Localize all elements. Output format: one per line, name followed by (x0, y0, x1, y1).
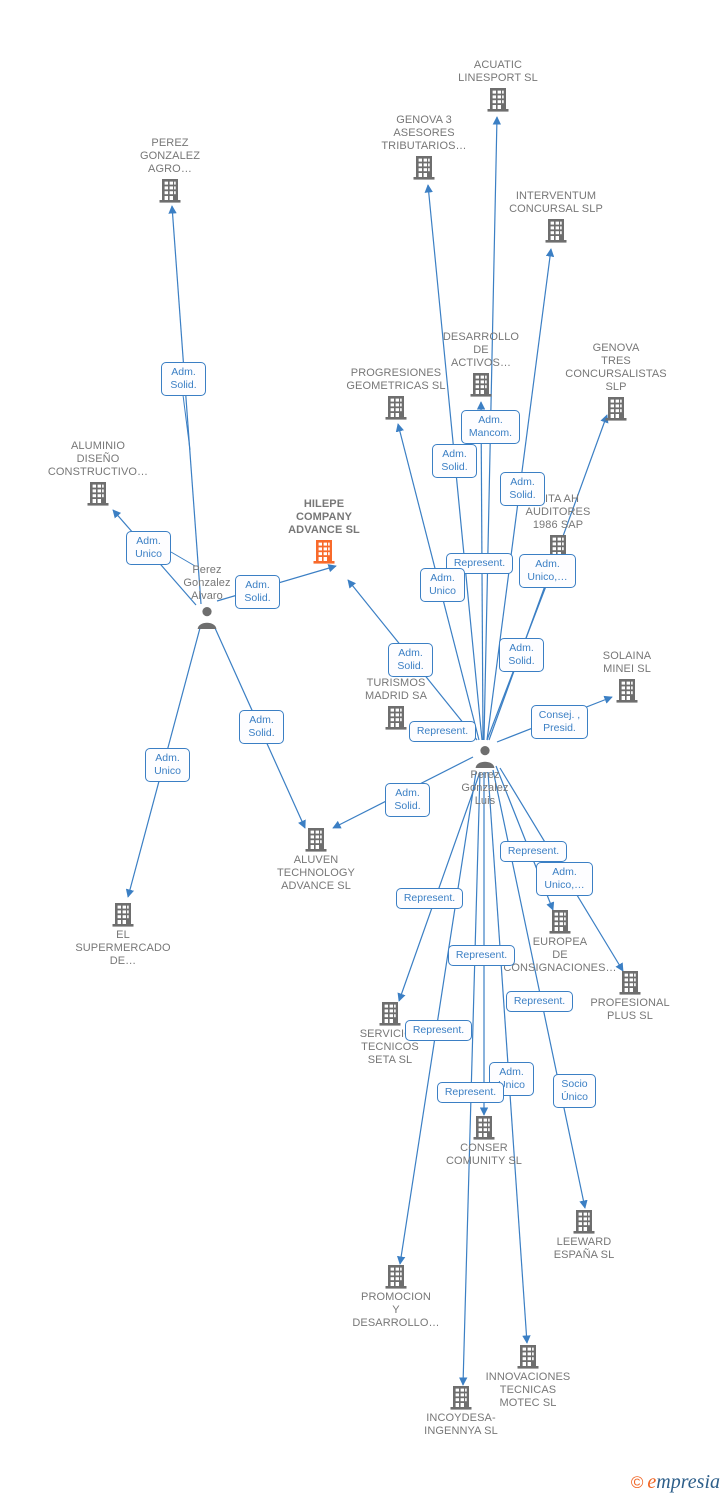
graph-node-genova-tres-concursalistas[interactable]: GENOVA TRES CONCURSALISTAS SLP (556, 342, 676, 422)
node-label: ALUVEN TECHNOLOGY ADVANCE SL (276, 854, 355, 892)
node-label: PROFESIONAL PLUS SL (590, 997, 670, 1022)
copyright-icon: © (630, 1472, 644, 1492)
building-icon (567, 678, 687, 704)
graph-node-desarrollo-de-activos[interactable]: DESARROLLO DE ACTIVOS… (421, 331, 541, 398)
relationship-role-badge[interactable]: Adm. Unico (126, 531, 171, 565)
graph-node-solaina-minei[interactable]: SOLAINA MINEI SL (567, 650, 687, 704)
graph-node-perez-gonzalez-luis[interactable]: Perez Gonzalez Luis (425, 744, 545, 808)
brand-wordmark: empresia (647, 1472, 720, 1492)
node-label: PROMOCION Y DESARROLLO… (352, 1291, 440, 1329)
relationship-role-badge[interactable]: Represent. (409, 721, 476, 742)
graph-node-incoydesa-ingennya[interactable]: INCOYDESA- INGENNYA SL (401, 1385, 521, 1438)
graph-node-interventum-concursal[interactable]: INTERVENTUM CONCURSAL SLP (496, 190, 616, 244)
relationship-role-badge[interactable]: Adm. Solid. (499, 638, 544, 672)
node-label: ACUATIC LINESPORT SL (458, 59, 538, 84)
building-icon (63, 902, 183, 928)
relationship-role-badge[interactable]: Adm. Solid. (239, 710, 284, 744)
relationship-role-badge[interactable]: Adm. Solid. (385, 783, 430, 817)
relationship-role-badge[interactable]: Adm. Solid. (500, 472, 545, 506)
building-icon (401, 1385, 521, 1411)
node-label: GENOVA TRES CONCURSALISTAS SLP (565, 342, 667, 393)
relationship-role-badge[interactable]: Adm. Unico,… (519, 554, 576, 588)
node-label: LEEWARD ESPAÑA SL (553, 1236, 615, 1261)
brand-rest: mpresia (656, 1471, 720, 1493)
building-icon (524, 1209, 644, 1235)
relationship-role-badge[interactable]: Represent. (506, 991, 573, 1012)
relationship-role-badge[interactable]: Represent. (448, 945, 515, 966)
graph-node-leeward-espana[interactable]: LEEWARD ESPAÑA SL (524, 1209, 644, 1262)
building-icon (364, 155, 484, 181)
node-label: SOLAINA MINEI SL (602, 650, 652, 675)
relationship-role-badge[interactable]: Adm. Unico (145, 748, 190, 782)
person-icon (425, 744, 545, 768)
graph-node-aluven-technology[interactable]: ALUVEN TECHNOLOGY ADVANCE SL (256, 827, 376, 893)
relationship-role-badge[interactable]: Adm. Solid. (388, 643, 433, 677)
building-icon (570, 970, 690, 996)
relationship-role-badge[interactable]: Adm. Unico (420, 568, 465, 602)
building-icon (496, 218, 616, 244)
graph-node-promocion-y-desarrollo[interactable]: PROMOCION Y DESARROLLO… (336, 1264, 456, 1330)
node-label: EL SUPERMERCADO DE… (75, 929, 171, 967)
building-icon (500, 909, 620, 935)
node-label: DESARROLLO DE ACTIVOS… (442, 331, 520, 369)
relationship-role-badge[interactable]: Socio Único (553, 1074, 596, 1108)
graph-node-genova-3-asesores[interactable]: GENOVA 3 ASESORES TRIBUTARIOS… (364, 114, 484, 181)
graph-node-acuatic-linesport[interactable]: ACUATIC LINESPORT SL (438, 59, 558, 113)
building-icon (424, 1115, 544, 1141)
building-icon (438, 87, 558, 113)
building-icon (336, 1264, 456, 1290)
node-label: PEREZ GONZALEZ AGRO… (139, 137, 201, 175)
building-icon (256, 827, 376, 853)
graph-node-el-supermercado-de[interactable]: EL SUPERMERCADO DE… (63, 902, 183, 968)
relationship-graph-canvas[interactable]: PEREZ GONZALEZ AGRO… ALUMINIO DISEÑO CONS… (0, 0, 728, 1500)
building-icon (468, 1344, 588, 1370)
relationship-role-badge[interactable]: Consej. , Presid. (531, 705, 588, 739)
node-label: ALUMINIO DISEÑO CONSTRUCTIVO… (47, 440, 149, 478)
building-icon (110, 178, 230, 204)
node-label: HILEPE COMPANY ADVANCE SL (288, 498, 360, 536)
node-label: TURISMOS MADRID SA (364, 677, 428, 702)
relationship-role-badge[interactable]: Represent. (405, 1020, 472, 1041)
relationship-role-badge[interactable]: Represent. (396, 888, 463, 909)
building-icon (336, 395, 456, 421)
empresia-watermark: © empresia (631, 1472, 720, 1492)
graph-node-europea-de-consignaciones[interactable]: EUROPEA DE CONSIGNACIONES… (500, 909, 620, 975)
brand-initial: e (647, 1471, 657, 1493)
building-icon (421, 372, 541, 398)
graph-node-hilepe-company-advance[interactable]: HILEPE COMPANY ADVANCE SL (264, 498, 384, 565)
node-label: INCOYDESA- INGENNYA SL (424, 1412, 498, 1437)
building-icon (264, 539, 384, 565)
relationship-role-badge[interactable]: Represent. (437, 1082, 504, 1103)
node-label: GENOVA 3 ASESORES TRIBUTARIOS… (381, 114, 467, 152)
node-label: CONSER COMUNITY SL (445, 1142, 523, 1167)
graph-node-aluminio-diseno[interactable]: ALUMINIO DISEÑO CONSTRUCTIVO… (38, 440, 158, 507)
relationship-role-badge[interactable]: Adm. Solid. (161, 362, 206, 396)
relationship-role-badge[interactable]: Adm. Solid. (235, 575, 280, 609)
graph-node-perez-gonzalez-agro[interactable]: PEREZ GONZALEZ AGRO… (110, 137, 230, 204)
graph-node-conser-comunity[interactable]: CONSER COMUNITY SL (424, 1115, 544, 1168)
relationship-role-badge[interactable]: Represent. (500, 841, 567, 862)
relationship-role-badge[interactable]: Adm. Mancom. (461, 410, 520, 444)
building-icon (556, 396, 676, 422)
graph-node-profesional-plus[interactable]: PROFESIONAL PLUS SL (570, 970, 690, 1023)
relationship-role-badge[interactable]: Adm. Unico,… (536, 862, 593, 896)
relationship-role-badge[interactable]: Adm. Solid. (432, 444, 477, 478)
node-label: Perez Gonzalez Luis (461, 769, 509, 807)
node-label: INTERVENTUM CONCURSAL SLP (509, 190, 603, 215)
building-icon (38, 481, 158, 507)
